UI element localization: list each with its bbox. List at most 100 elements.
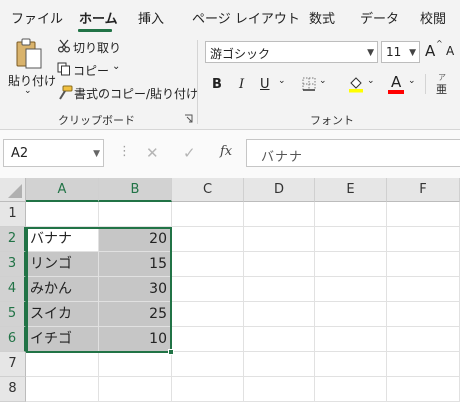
italic-button[interactable]: I bbox=[239, 77, 244, 92]
dialog-launcher-icon[interactable] bbox=[184, 114, 193, 123]
cell-e2[interactable] bbox=[315, 227, 387, 252]
tab-insert[interactable]: 挿入 bbox=[138, 8, 164, 27]
cell-f1[interactable] bbox=[387, 202, 460, 227]
cell-c1[interactable] bbox=[172, 202, 244, 227]
cell-f6[interactable] bbox=[387, 327, 460, 352]
copy-button[interactable]: コピー bbox=[73, 62, 109, 79]
cell-f5[interactable] bbox=[387, 302, 460, 327]
cell-d7[interactable] bbox=[244, 352, 315, 377]
column-header-c[interactable]: C bbox=[172, 178, 244, 202]
cell-d8[interactable] bbox=[244, 377, 315, 402]
row-header-6[interactable]: 6 bbox=[0, 327, 26, 352]
cell-d2[interactable] bbox=[244, 227, 315, 252]
column-header-e[interactable]: E bbox=[315, 178, 387, 202]
cell-e7[interactable] bbox=[315, 352, 387, 377]
cell-f2[interactable] bbox=[387, 227, 460, 252]
tab-review[interactable]: 校閲 bbox=[420, 8, 446, 27]
column-header-b[interactable]: B bbox=[99, 178, 172, 202]
column-header-f[interactable]: F bbox=[387, 178, 460, 202]
row-header-8[interactable]: 8 bbox=[0, 377, 26, 402]
grow-font-button[interactable]: A bbox=[425, 42, 435, 60]
cell-a5[interactable]: スイカ bbox=[26, 302, 99, 327]
cell-a2[interactable]: バナナ bbox=[26, 227, 99, 252]
cell-e5[interactable] bbox=[315, 302, 387, 327]
cell-c8[interactable] bbox=[172, 377, 244, 402]
underline-button[interactable]: U bbox=[260, 77, 270, 92]
row-header-7[interactable]: 7 bbox=[0, 352, 26, 377]
shrink-font-button[interactable]: A bbox=[446, 44, 454, 58]
formula-bar: A2 ▼ ⋮ ✕ ✓ fx バナナ bbox=[0, 130, 460, 178]
cell-a6[interactable]: イチゴ bbox=[26, 327, 99, 352]
font-size-select[interactable]: 11 ▼ bbox=[381, 41, 420, 63]
cell-b7[interactable] bbox=[99, 352, 172, 377]
row-header-3[interactable]: 3 bbox=[0, 252, 26, 277]
borders-icon[interactable] bbox=[302, 77, 316, 91]
cell-c4[interactable] bbox=[172, 277, 244, 302]
format-painter-button[interactable]: 書式のコピー/貼り付け bbox=[74, 85, 198, 102]
cell-a1[interactable] bbox=[26, 202, 99, 227]
cell-b8[interactable] bbox=[99, 377, 172, 402]
cell-d4[interactable] bbox=[244, 277, 315, 302]
cell-e4[interactable] bbox=[315, 277, 387, 302]
insert-function-button[interactable]: fx bbox=[220, 144, 232, 159]
fill-handle[interactable] bbox=[168, 349, 174, 355]
row-header-2[interactable]: 2 bbox=[0, 227, 26, 252]
formula-input[interactable]: バナナ bbox=[246, 139, 460, 167]
cell-e8[interactable] bbox=[315, 377, 387, 402]
copy-dropdown-icon[interactable]: ⌄ bbox=[112, 61, 120, 72]
cell-f3[interactable] bbox=[387, 252, 460, 277]
fill-color-icon[interactable] bbox=[348, 75, 364, 93]
cell-e1[interactable] bbox=[315, 202, 387, 227]
cell-a7[interactable] bbox=[26, 352, 99, 377]
cell-c6[interactable] bbox=[172, 327, 244, 352]
column-header-a[interactable]: A bbox=[26, 178, 99, 202]
select-all-button[interactable] bbox=[0, 178, 26, 202]
font-name-select[interactable]: 游ゴシック ▼ bbox=[205, 41, 378, 63]
cell-d5[interactable] bbox=[244, 302, 315, 327]
cell-c2[interactable] bbox=[172, 227, 244, 252]
font-color-button[interactable]: A bbox=[391, 73, 401, 91]
name-box[interactable]: A2 ▼ bbox=[3, 139, 104, 167]
cell-b5[interactable]: 25 bbox=[99, 302, 172, 327]
cell-b2[interactable]: 20 bbox=[99, 227, 172, 252]
fill-color-dropdown-icon[interactable]: ⌄ bbox=[367, 76, 375, 86]
cell-e3[interactable] bbox=[315, 252, 387, 277]
font-size-value: 11 bbox=[386, 45, 402, 59]
tab-home[interactable]: ホーム bbox=[79, 8, 118, 27]
tab-formulas[interactable]: 数式 bbox=[309, 8, 335, 27]
cell-b6[interactable]: 10 bbox=[99, 327, 172, 352]
cell-d3[interactable] bbox=[244, 252, 315, 277]
tab-page-layout[interactable]: ページ レイアウト bbox=[192, 8, 300, 27]
borders-dropdown-icon[interactable]: ⌄ bbox=[319, 76, 327, 86]
underline-dropdown-icon[interactable]: ⌄ bbox=[278, 76, 286, 86]
cell-c7[interactable] bbox=[172, 352, 244, 377]
font-color-dropdown-icon[interactable]: ⌄ bbox=[408, 76, 416, 86]
row-header-4[interactable]: 4 bbox=[0, 277, 26, 302]
paste-dropdown-icon[interactable]: ⌄ bbox=[24, 86, 32, 96]
cell-c3[interactable] bbox=[172, 252, 244, 277]
column-header-d[interactable]: D bbox=[244, 178, 315, 202]
cell-f7[interactable] bbox=[387, 352, 460, 377]
cell-a8[interactable] bbox=[26, 377, 99, 402]
cell-c5[interactable] bbox=[172, 302, 244, 327]
paste-button[interactable]: 貼り付け ⌄ bbox=[4, 36, 56, 100]
phonetic-guide-button[interactable]: 亜 bbox=[436, 81, 447, 97]
cell-b1[interactable] bbox=[99, 202, 172, 227]
enter-icon[interactable]: ✓ bbox=[183, 144, 196, 162]
cell-d1[interactable] bbox=[244, 202, 315, 227]
cancel-icon[interactable]: ✕ bbox=[146, 144, 159, 162]
cut-button[interactable]: 切り取り bbox=[73, 39, 121, 56]
row-header-1[interactable]: 1 bbox=[0, 202, 26, 227]
tab-data[interactable]: データ bbox=[360, 8, 399, 27]
cell-e6[interactable] bbox=[315, 327, 387, 352]
cell-d6[interactable] bbox=[244, 327, 315, 352]
row-header-5[interactable]: 5 bbox=[0, 302, 26, 327]
bold-button[interactable]: B bbox=[212, 77, 222, 92]
cell-a4[interactable]: みかん bbox=[26, 277, 99, 302]
tab-file[interactable]: ファイル bbox=[11, 8, 63, 27]
cell-a3[interactable]: リンゴ bbox=[26, 252, 99, 277]
cell-f8[interactable] bbox=[387, 377, 460, 402]
cell-b4[interactable]: 30 bbox=[99, 277, 172, 302]
cell-b3[interactable]: 15 bbox=[99, 252, 172, 277]
cell-f4[interactable] bbox=[387, 277, 460, 302]
